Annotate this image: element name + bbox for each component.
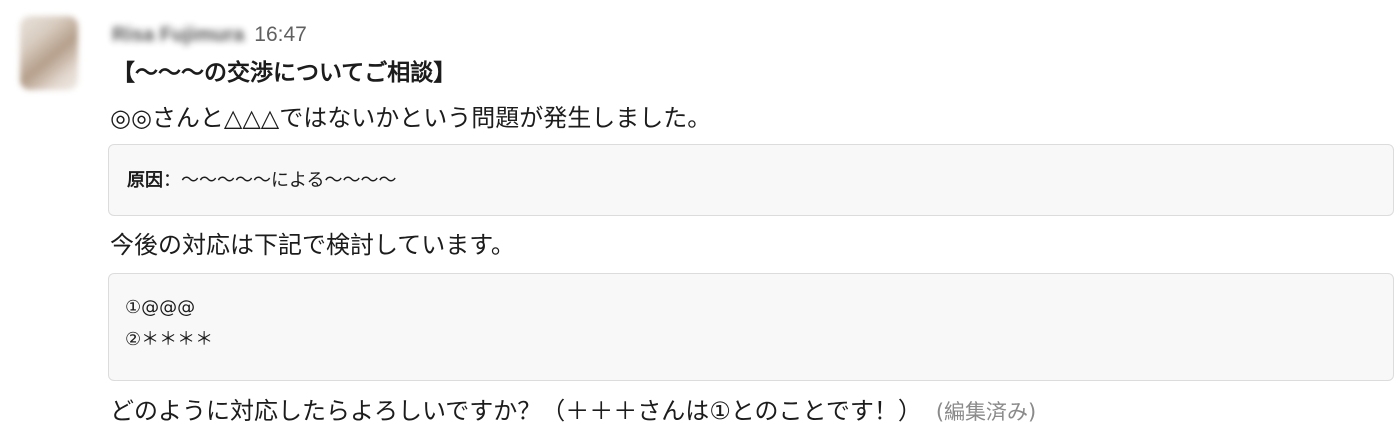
message-header: Risa Fujimura 16:47 xyxy=(112,18,307,52)
timestamp[interactable]: 16:47 xyxy=(254,23,307,47)
cause-text: ：〜〜〜〜〜による〜〜〜〜 xyxy=(163,170,397,191)
code-block-options: ①@@@ ②＊＊＊＊ xyxy=(108,273,1394,381)
question-text: どのように対応したらよろしいですか？（＋＋＋さんは①とのことです！） xyxy=(110,397,922,425)
message-title: 【〜〜〜の交渉についてご相談】 xyxy=(112,60,457,86)
message-line: ◎◎さんと△△△ではないかという問題が発生しました。 xyxy=(110,104,712,132)
avatar[interactable] xyxy=(20,16,78,90)
message-line: どのように対応したらよろしいですか？（＋＋＋さんは①とのことです！） (編集済み) xyxy=(110,394,1036,429)
cause-label: 原因 xyxy=(127,170,163,191)
option-item: ①@@@ xyxy=(125,297,196,318)
edited-label: (編集済み) xyxy=(935,400,1037,424)
option-item: ②＊＊＊＊ xyxy=(125,329,214,350)
author-name[interactable]: Risa Fujimura xyxy=(112,24,244,47)
cause-row: 原因：〜〜〜〜〜による〜〜〜〜 xyxy=(127,165,1393,197)
code-block-cause: 原因：〜〜〜〜〜による〜〜〜〜 xyxy=(108,144,1394,216)
message-line: 今後の対応は下記で検討しています。 xyxy=(110,231,515,259)
